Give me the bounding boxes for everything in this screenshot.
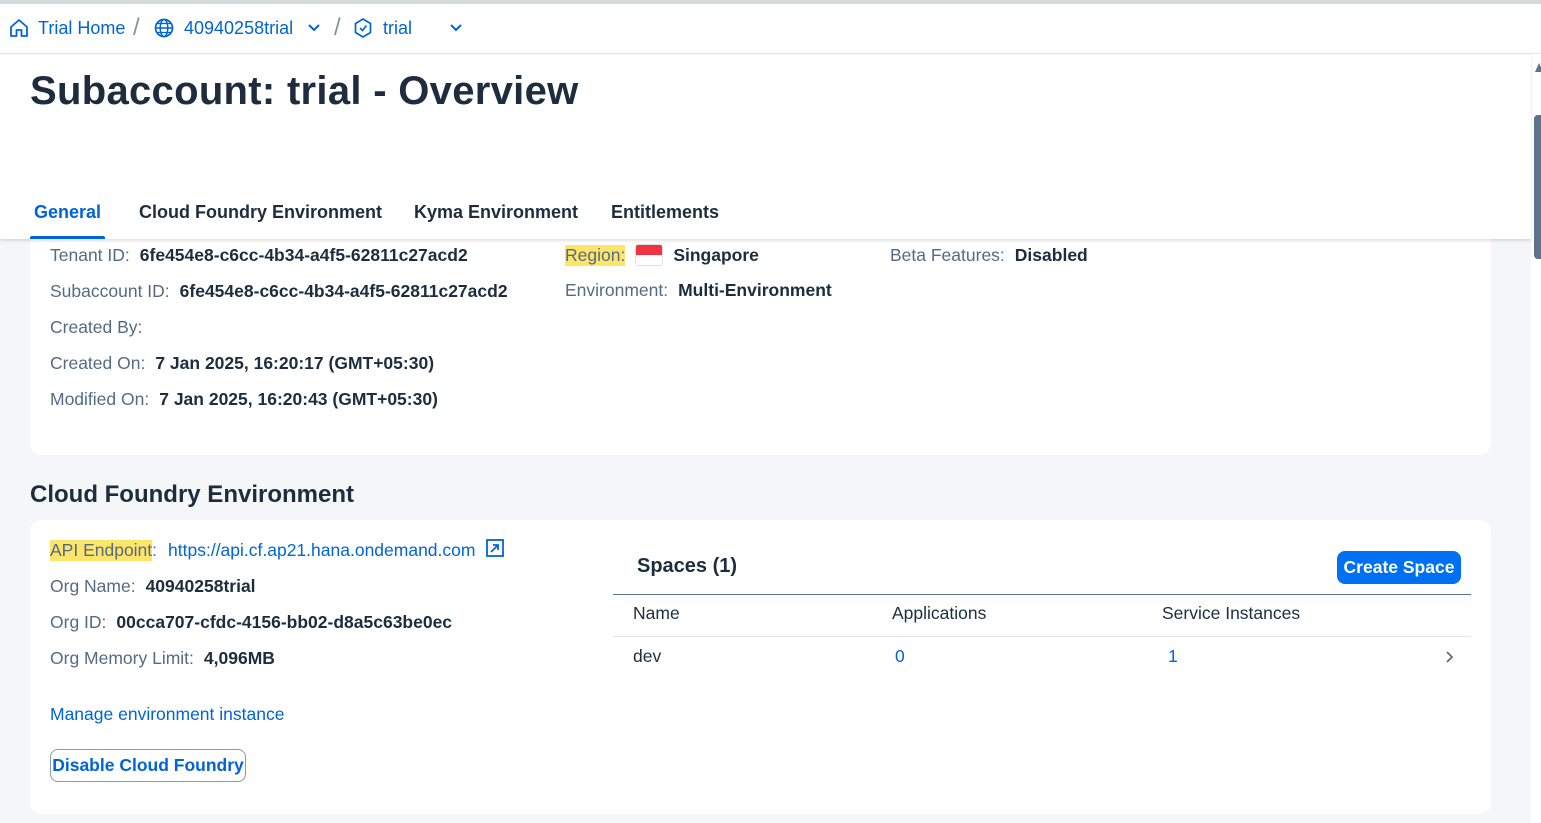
page-title: Subaccount: trial - Overview	[30, 69, 579, 113]
api-endpoint-colon: :	[152, 539, 158, 560]
api-endpoint-label: API Endpoint	[50, 539, 153, 561]
org-id-label: Org ID:	[50, 611, 107, 632]
beta-features-label: Beta Features:	[890, 244, 1005, 265]
breadcrumb-global-account[interactable]: 40940258trial	[153, 4, 321, 52]
subaccount-id-field: Subaccount ID: 6fe454e8-c6cc-4b34-a4f5-6…	[50, 279, 508, 303]
created-on-label: Created On:	[50, 352, 146, 373]
create-space-button[interactable]: Create Space	[1337, 551, 1461, 584]
home-icon	[8, 17, 30, 39]
applications-count-link[interactable]: 0	[895, 646, 905, 667]
space-name-cell: dev	[633, 646, 662, 666]
breadcrumb-separator: /	[133, 14, 140, 41]
scroll-up-arrow-icon[interactable]	[1535, 63, 1541, 72]
table-row-divider	[613, 636, 1471, 637]
org-memory-field: Org Memory Limit: 4,096MB	[50, 646, 275, 670]
breadcrumb-home[interactable]: Trial Home	[8, 4, 125, 52]
chevron-right-icon[interactable]	[1445, 649, 1455, 670]
modified-on-label: Modified On:	[50, 388, 150, 409]
service-instances-count-link[interactable]: 1	[1168, 646, 1178, 667]
environment-field: Environment: Multi-Environment	[565, 278, 832, 302]
subaccount-id-label: Subaccount ID:	[50, 280, 170, 301]
created-on-field: Created On: 7 Jan 2025, 16:20:17 (GMT+05…	[50, 351, 434, 375]
org-name-label: Org Name:	[50, 575, 136, 596]
tenant-id-value: 6fe454e8-c6cc-4b34-a4f5-62811c27acd2	[139, 244, 468, 265]
tenant-id-field: Tenant ID: 6fe454e8-c6cc-4b34-a4f5-62811…	[50, 243, 468, 267]
created-by-field: Created By:	[50, 315, 142, 339]
chevron-down-icon[interactable]	[307, 23, 321, 33]
tab-entitlements[interactable]: Entitlements	[611, 193, 719, 239]
tenant-id-label: Tenant ID:	[50, 244, 130, 265]
region-value: Singapore	[673, 244, 759, 265]
modified-on-value: 7 Jan 2025, 16:20:43 (GMT+05:30)	[159, 388, 438, 409]
breadcrumb-global-account-label: 40940258trial	[184, 17, 294, 38]
org-name-field: Org Name: 40940258trial	[50, 574, 256, 598]
api-endpoint-link[interactable]: https://api.cf.ap21.hana.ondemand.com	[168, 540, 475, 561]
breadcrumb-subaccount-label: trial	[383, 17, 413, 38]
breadcrumb-separator: /	[334, 14, 341, 41]
created-by-label: Created By:	[50, 316, 143, 337]
api-endpoint-field: API Endpoint: https://api.cf.ap21.hana.o…	[50, 538, 505, 562]
scrollbar-thumb[interactable]	[1534, 115, 1541, 259]
org-memory-value: 4,096MB	[203, 647, 275, 668]
region-label: Region:	[565, 244, 626, 266]
subaccount-id-value: 6fe454e8-c6cc-4b34-a4f5-62811c27acd2	[179, 280, 508, 301]
column-header-name: Name	[633, 603, 680, 623]
breadcrumb-subaccount[interactable]: trial	[353, 4, 463, 52]
external-link-icon[interactable]	[485, 538, 505, 563]
org-memory-label: Org Memory Limit:	[50, 647, 194, 668]
beta-features-field: Beta Features: Disabled	[890, 243, 1088, 267]
chevron-down-icon[interactable]	[449, 23, 463, 33]
spaces-title: Spaces (1)	[637, 555, 738, 577]
tab-kyma-environment[interactable]: Kyma Environment	[414, 193, 578, 239]
singapore-flag-icon	[635, 244, 664, 266]
beta-features-value: Disabled	[1014, 244, 1088, 265]
manage-environment-link[interactable]: Manage environment instance	[50, 702, 284, 726]
subaccount-cube-icon	[353, 17, 373, 39]
table-header-divider	[613, 594, 1471, 595]
globe-icon	[153, 17, 175, 39]
environment-label: Environment:	[565, 279, 669, 300]
created-on-value: 7 Jan 2025, 16:20:17 (GMT+05:30)	[155, 352, 435, 373]
breadcrumb: Trial Home / 40940258trial / trial	[0, 4, 1541, 54]
org-id-value: 00cca707-cfdc-4156-bb02-d8a5c63be0ec	[116, 611, 453, 632]
page-header: Subaccount: trial - Overview General Clo…	[0, 55, 1531, 239]
org-name-value: 40940258trial	[145, 575, 256, 596]
cloud-foundry-section-title: Cloud Foundry Environment	[30, 481, 354, 508]
breadcrumb-home-label: Trial Home	[38, 17, 126, 38]
region-field: Region: Singapore	[565, 243, 759, 267]
column-header-service-instances: Service Instances	[1162, 603, 1301, 623]
environment-value: Multi-Environment	[678, 279, 832, 300]
modified-on-field: Modified On: 7 Jan 2025, 16:20:43 (GMT+0…	[50, 387, 438, 411]
org-id-field: Org ID: 00cca707-cfdc-4156-bb02-d8a5c63b…	[50, 610, 452, 634]
disable-cloud-foundry-button[interactable]: Disable Cloud Foundry	[50, 749, 246, 782]
tab-general[interactable]: General	[29, 193, 106, 239]
column-header-applications: Applications	[892, 603, 987, 623]
tab-cloud-foundry-environment[interactable]: Cloud Foundry Environment	[139, 193, 382, 239]
